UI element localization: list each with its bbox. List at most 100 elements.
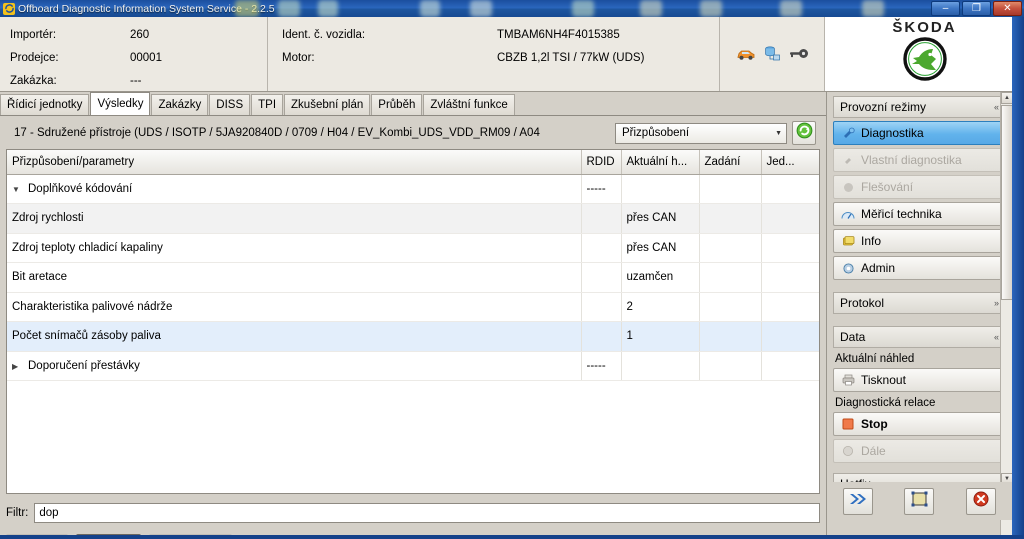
sidebar-item-diagnostika[interactable]: Diagnostika [833,121,1006,145]
section-header-protokol[interactable]: Protokol » [833,292,1006,314]
network-database-icon[interactable] [764,46,781,62]
tab-zakazky[interactable]: Zakázky [151,94,209,115]
row-target-cell[interactable] [699,262,762,293]
green-refresh-icon [796,122,813,144]
row-label: Doplňkové kódování [28,182,133,195]
row-target-cell[interactable] [699,174,762,204]
row-current-cell: uzamčen [621,262,700,293]
next-button[interactable]: Dále [833,439,1006,463]
expand-collapse-icon[interactable]: ▶ [12,362,24,371]
sidebar-item-vlastni-diagnostika[interactable]: Vlastní diagnostika [833,148,1006,172]
row-target-cell[interactable] [699,203,762,234]
row-target-cell[interactable] [699,351,762,381]
vin-label: Ident. č. vozidla: [282,28,366,41]
section-header-data[interactable]: Data « [833,326,1006,348]
sidebar-item-label: Admin [861,261,896,275]
diagnostics-icon [841,126,855,140]
ecu-description: 17 - Sdružené přístroje (UDS / ISOTP / 5… [14,127,540,139]
table-row[interactable]: ▼ Doplňkové kódování ----- [7,174,819,204]
row-current-cell: 1 [621,321,700,352]
row-unit-cell [761,351,819,381]
maximize-button[interactable]: ❐ [962,1,991,16]
mode-select-value: Přizpůsobení [622,127,690,139]
sidebar-item-admin[interactable]: Admin [833,256,1006,280]
sidebar-scrollbar[interactable]: ▲ ▼ [1000,92,1012,539]
chevron-down-icon: ▼ [775,129,782,137]
ecu-bar: 17 - Sdružené přístroje (UDS / ISOTP / 5… [0,116,826,150]
col-target-value[interactable]: Zadání [699,150,762,175]
sidebar-item-merici-technika[interactable]: Měřicí technika [833,202,1006,226]
row-rdid-cell [581,292,622,322]
header-dealer-info: Importér: 260 Prodejce: 00001 Zakázka: -… [0,17,268,91]
parameters-table[interactable]: Přizpůsobení/parametry RDID Aktuální h..… [6,149,820,494]
row-label: Doporučení přestávky [28,359,140,372]
tab-zvlastni-funkce[interactable]: Zvláštní funkce [423,94,515,115]
table-row[interactable]: Bit aretace uzamčen [7,262,819,293]
forward-button[interactable] [842,487,873,515]
tab-tpi[interactable]: TPI [251,94,284,115]
print-button[interactable]: Tisknout [833,368,1006,392]
col-unit[interactable]: Jed... [761,150,819,175]
tab-ridici-jednotky[interactable]: Řídicí jednotky [0,94,90,115]
row-name-cell: Počet snímačů zásoby paliva [7,321,582,352]
engine-label: Motor: [282,51,315,64]
mode-select[interactable]: Přizpůsobení ▼ [615,122,787,144]
tab-zkusebni-plan[interactable]: Zkušební plán [284,94,371,115]
col-parameter[interactable]: Přizpůsobení/parametry [7,150,582,175]
admin-gear-icon [841,261,855,275]
tab-prubeh[interactable]: Průběh [371,94,423,115]
row-target-cell[interactable] [699,233,762,263]
cancel-button[interactable] [966,487,997,515]
section-title: Protokol [840,296,885,310]
col-current-value[interactable]: Aktuální h... [621,150,700,175]
engine-value: CBZB 1,2l TSI / 77kW (UDS) [497,51,645,64]
scroll-up-button[interactable]: ▲ [1001,92,1012,104]
stop-button[interactable]: Stop [833,412,1006,436]
row-name-cell: Zdroj rychlosti [7,203,582,234]
sidebar-item-label: Měřicí technika [861,207,942,221]
main-tabbar: Řídicí jednotky Výsledky Zakázky DISS TP… [0,92,826,116]
minimize-button[interactable]: – [931,1,960,16]
table-row[interactable]: Zdroj teploty chladicí kapaliny přes CAN [7,233,819,263]
table-row[interactable]: Počet snímačů zásoby paliva 1 [7,321,819,352]
row-unit-cell [761,203,819,234]
scrollbar-thumb[interactable] [1001,105,1012,300]
table-row[interactable]: Zdroj rychlosti přes CAN [7,203,819,234]
app-icon [3,2,15,15]
books-icon [841,234,855,248]
row-unit-cell [761,292,819,322]
sidebar-item-info[interactable]: Info [833,229,1006,253]
col-rdid[interactable]: RDID [581,150,622,175]
close-button[interactable]: ✕ [993,1,1022,16]
row-target-cell[interactable] [699,292,762,322]
skoda-logo-icon [902,37,947,86]
refresh-button[interactable] [792,121,816,145]
filter-row: Filtr: dop [6,502,820,524]
row-name-cell: Zdroj teploty chladicí kapaliny [7,233,582,263]
sidebar-item-flesovani[interactable]: Flešování [833,175,1006,199]
table-row[interactable]: ▶ Doporučení přestávky ----- [7,351,819,381]
select-button[interactable] [904,487,935,515]
chevron-down-icon: » [993,298,999,308]
flash-icon [841,180,855,194]
stop-icon [841,417,855,431]
expand-collapse-icon[interactable]: ▼ [12,185,24,194]
section-header-provozni-rezimy[interactable]: Provozní režimy « [833,96,1006,118]
section-title: Data [840,330,866,344]
next-icon [841,444,855,458]
key-icon[interactable] [789,48,809,60]
row-name-cell: Bit aretace [7,262,582,293]
group-label-diagnosticka-relace: Diagnostická relace [835,397,936,409]
row-current-cell [621,174,700,204]
table-row[interactable]: Charakteristika palivové nádrže 2 [7,292,819,322]
row-target-cell[interactable] [699,321,762,352]
filter-input[interactable]: dop [34,503,820,523]
cancel-red-icon [973,491,989,512]
row-current-cell: 2 [621,292,700,322]
table-header-row: Přizpůsobení/parametry RDID Aktuální h..… [7,150,819,175]
title-bar: Offboard Diagnostic Information System S… [0,0,1024,17]
tab-vysledky[interactable]: Výsledky [90,92,151,115]
tab-diss[interactable]: DISS [209,94,251,115]
printer-icon [841,373,855,387]
car-icon[interactable] [736,47,756,61]
